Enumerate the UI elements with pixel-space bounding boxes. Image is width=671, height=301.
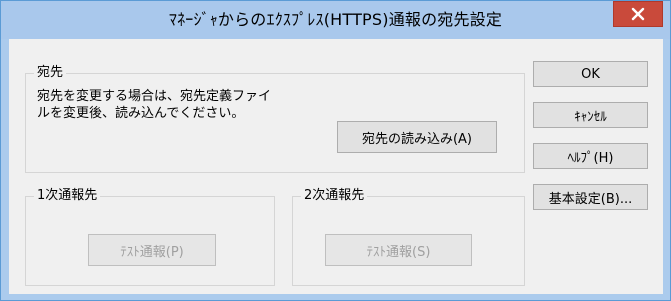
destination-group: 宛先 宛先を変更する場合は、宛先定義ファイ ルを変更後、読み込んでください。 宛… [25,65,525,173]
close-icon [631,7,645,21]
basic-settings-button[interactable]: 基本設定(B)... [533,184,648,210]
window-title: ﾏﾈｰｼﾞｬからのｴｸｽﾌﾟﾚｽ(HTTPS)通報の宛先設定 [168,10,503,29]
close-button[interactable] [613,1,663,27]
dialog-body: 宛先 宛先を変更する場合は、宛先定義ファイ ルを変更後、読み込んでください。 宛… [9,39,663,294]
destination-description-line1: 宛先を変更する場合は、宛先定義ファイ [37,89,272,104]
destination-description-line2: ルを変更後、読み込んでください。 [37,106,245,121]
secondary-notify-group: 2次通報先 ﾃｽﾄ通報(S) [292,188,525,286]
dialog-window: ﾏﾈｰｼﾞｬからのｴｸｽﾌﾟﾚｽ(HTTPS)通報の宛先設定 宛先 宛先を変更す… [0,0,671,301]
help-button[interactable]: ﾍﾙﾌﾟ(H) [533,143,648,169]
ok-button[interactable]: OK [533,61,648,87]
cancel-button[interactable]: ｷｬﾝｾﾙ [533,102,648,128]
primary-notify-group-label: 1次通報先 [34,188,101,204]
secondary-notify-group-label: 2次通報先 [301,188,368,204]
title-bar[interactable]: ﾏﾈｰｼﾞｬからのｴｸｽﾌﾟﾚｽ(HTTPS)通報の宛先設定 [1,1,670,39]
load-destination-button[interactable]: 宛先の読み込み(A) [337,121,497,153]
primary-notify-group: 1次通報先 ﾃｽﾄ通報(P) [25,188,275,286]
secondary-test-button[interactable]: ﾃｽﾄ通報(S) [325,234,472,266]
primary-test-button[interactable]: ﾃｽﾄ通報(P) [88,234,216,266]
destination-group-label: 宛先 [34,65,67,81]
